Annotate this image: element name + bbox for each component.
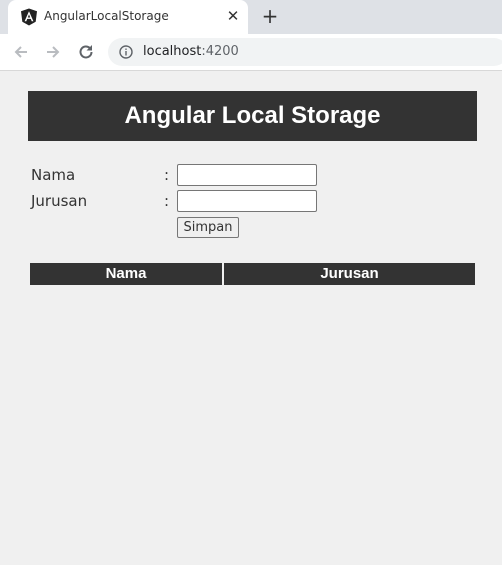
forward-arrow-icon[interactable] bbox=[43, 42, 63, 62]
address-bar[interactable]: localhost:4200 bbox=[108, 38, 502, 66]
url-host: localhost bbox=[143, 44, 202, 59]
url-port: :4200 bbox=[201, 44, 239, 59]
reload-icon[interactable] bbox=[76, 42, 96, 62]
angular-icon bbox=[21, 8, 37, 26]
browser-tab-strip: AngularLocalStorage ✕ + bbox=[0, 0, 502, 34]
back-arrow-icon[interactable] bbox=[11, 42, 31, 62]
close-icon[interactable]: ✕ bbox=[226, 8, 240, 24]
tab-title: AngularLocalStorage bbox=[44, 9, 169, 23]
page-title: Angular Local Storage bbox=[124, 102, 381, 129]
plus-icon[interactable]: + bbox=[259, 5, 281, 27]
jurusan-input[interactable] bbox=[177, 190, 317, 212]
nama-input[interactable] bbox=[177, 164, 317, 186]
save-button[interactable]: Simpan bbox=[177, 217, 239, 238]
jurusan-label: Jurusan bbox=[31, 192, 88, 210]
table-header-jurusan: Jurusan bbox=[224, 263, 475, 285]
url-text[interactable]: localhost:4200 bbox=[143, 44, 239, 59]
jurusan-colon: : bbox=[164, 192, 170, 210]
browser-tab[interactable]: AngularLocalStorage ✕ bbox=[8, 0, 248, 34]
nama-colon: : bbox=[164, 166, 170, 184]
info-icon[interactable] bbox=[119, 45, 133, 59]
nama-label: Nama bbox=[31, 166, 76, 184]
browser-toolbar: localhost:4200 bbox=[0, 34, 502, 71]
page-header: Angular Local Storage bbox=[28, 91, 477, 141]
table-header-nama: Nama bbox=[30, 263, 222, 285]
